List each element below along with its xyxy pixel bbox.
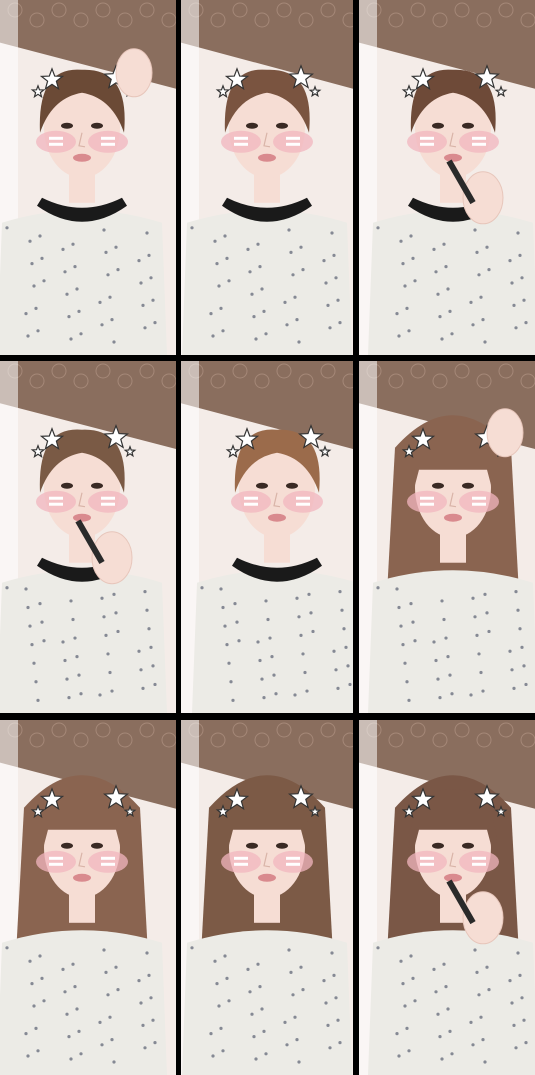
photo-frame-5 [181,361,353,713]
blush-sticker-icon [36,490,76,513]
photo-frame-9 [359,720,535,1075]
blush-sticker-icon [36,850,76,873]
photo-frame-6 [359,361,535,713]
blush-sticker-icon [273,850,313,873]
photo-frame-1 [0,0,176,355]
blush-sticker-icon [221,850,261,873]
blush-sticker-icon [407,490,447,513]
blush-sticker-icon [221,130,261,153]
blush-sticker-icon [407,130,447,153]
blush-sticker-icon [407,850,447,873]
blush-sticker-icon [283,490,323,513]
photo-frame-2 [181,0,353,355]
photo-collage-grid [0,0,535,1075]
photo-frame-3 [359,0,535,355]
blush-sticker-icon [88,850,128,873]
blush-sticker-icon [273,130,313,153]
blush-sticker-icon [231,490,271,513]
blush-sticker-icon [88,130,128,153]
blush-sticker-icon [459,130,499,153]
blush-sticker-icon [36,130,76,153]
blush-sticker-icon [88,490,128,513]
blush-sticker-icon [459,490,499,513]
photo-frame-4 [0,361,176,713]
photo-frame-7 [0,720,176,1075]
blush-sticker-icon [459,850,499,873]
photo-frame-8 [181,720,353,1075]
